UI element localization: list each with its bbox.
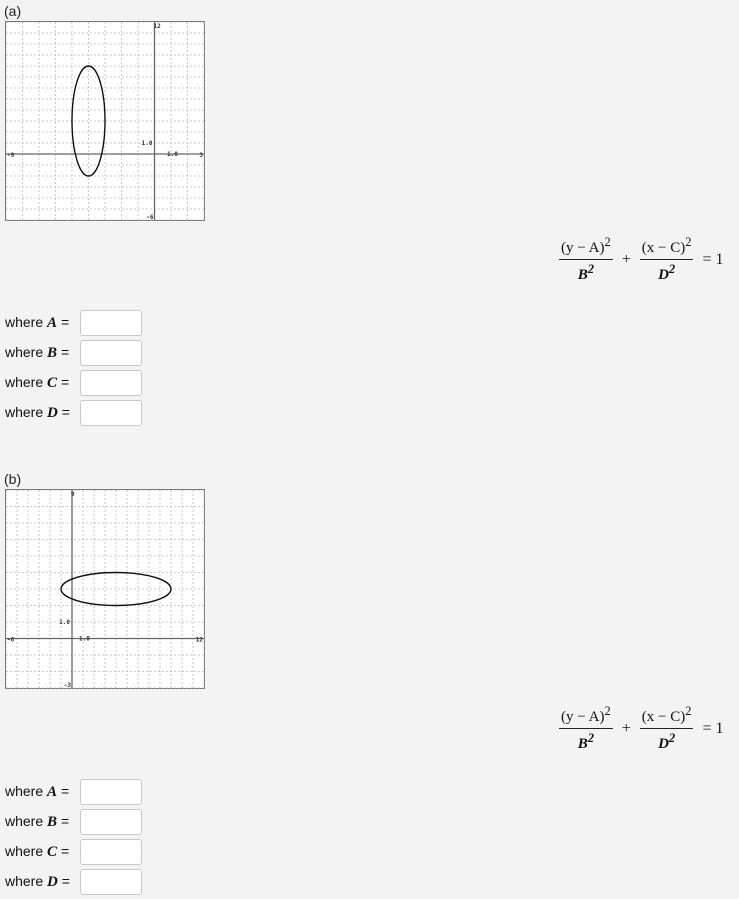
field-row-b: where B = [5,338,142,368]
where-text: where [5,813,44,829]
exponent: 2 [604,235,611,249]
x-unit-label: 1.0 [167,151,178,158]
equals: = [61,873,70,889]
a-part-b-input[interactable] [80,779,142,805]
equals-one: = 1 [702,719,724,737]
exponent: 2 [668,731,676,745]
denominator-d: D [658,736,669,752]
fraction-y-term: (y − A)2 B2 [559,704,613,753]
where-text: where [5,873,44,889]
y-max-label: 9 [71,491,75,498]
where-text: where [5,344,44,360]
equals: = [61,404,70,420]
exponent: 2 [685,704,692,718]
where-text: where [5,314,44,330]
variable: D [47,874,58,890]
where-text: where [5,404,44,420]
where-text: where [5,783,44,799]
x-min-label: -6 [7,637,15,644]
exponent: 2 [587,731,594,745]
variable: D [47,405,58,421]
equation-b: (y − A)2 B2 + (x − C)2 D2 = 1 [556,704,730,753]
plus-sign: + [621,250,631,268]
d-part-b-input[interactable] [80,869,142,895]
fraction-x-term: (x − C)2 D2 [639,704,694,753]
field-row-b: where B = [5,807,142,837]
field-label: where C = [5,843,80,861]
field-row-d: where D = [5,398,142,428]
exponent: 2 [685,235,692,249]
where-text: where [5,374,44,390]
variable: A [47,784,58,800]
answer-fields-b: where A = where B = where C = where D = [5,777,142,897]
variable: A [47,315,58,331]
field-label: where A = [5,783,80,801]
plus-sign: + [621,719,631,737]
a-part-a-input[interactable] [80,310,142,336]
numerator-x: (x − C) [641,709,686,725]
answer-fields-a: where A = where B = where C = where D = [5,308,142,428]
equals-one: = 1 [702,250,724,268]
y-unit-label: 1.0 [142,140,153,147]
field-label: where D = [5,873,80,891]
x-min-label: -9 [7,152,15,159]
graph-b-plot: -6 12 9 -3 1.0 1.0 [6,490,205,689]
part-a-label: (a) [4,3,22,19]
variable: B [47,814,58,830]
where-text: where [5,843,44,859]
equals: = [60,843,70,859]
exponent: 2 [604,704,611,718]
equals: = [60,314,70,330]
field-label: where A = [5,314,80,332]
b-part-a-input[interactable] [80,340,142,366]
fraction-x-term: (x − C)2 D2 [639,235,694,284]
exponent: 2 [587,262,594,276]
x-max-label: 12 [196,637,204,644]
graph-b: -6 12 9 -3 1.0 1.0 [5,489,205,689]
variable: B [47,345,58,361]
numerator-x: (x − C) [641,240,686,256]
c-part-a-input[interactable] [80,370,142,396]
part-b-label: (b) [4,471,22,487]
y-min-label: -6 [146,214,154,221]
numerator-y: (y − A) [561,240,605,256]
exponent: 2 [668,262,676,276]
equals: = [60,813,70,829]
y-unit-label: 1.0 [59,619,70,626]
field-row-c: where C = [5,837,142,867]
denominator-b: B [577,267,588,283]
graph-a: -9 3 12 -6 1.0 1.0 [5,21,205,221]
field-label: where C = [5,374,80,392]
field-row-a: where A = [5,777,142,807]
field-label: where D = [5,404,80,422]
fraction-y-term: (y − A)2 B2 [559,235,613,284]
denominator-b: B [577,736,588,752]
variable: C [47,844,58,860]
y-max-label: 12 [154,23,162,30]
y-min-label: -3 [64,682,72,689]
x-unit-label: 1.0 [79,636,90,643]
variable: C [47,375,58,391]
field-row-d: where D = [5,867,142,897]
field-row-c: where C = [5,368,142,398]
x-max-label: 3 [199,152,203,159]
denominator-d: D [658,267,669,283]
equals: = [60,374,70,390]
graph-a-plot: -9 3 12 -6 1.0 1.0 [6,22,205,221]
b-part-b-input[interactable] [80,809,142,835]
equals: = [60,783,70,799]
field-label: where B = [5,344,80,362]
numerator-y: (y − A) [561,709,605,725]
c-part-b-input[interactable] [80,839,142,865]
field-label: where B = [5,813,80,831]
d-part-a-input[interactable] [80,400,142,426]
equals: = [60,344,70,360]
field-row-a: where A = [5,308,142,338]
equation-a: (y − A)2 B2 + (x − C)2 D2 = 1 [556,235,730,284]
